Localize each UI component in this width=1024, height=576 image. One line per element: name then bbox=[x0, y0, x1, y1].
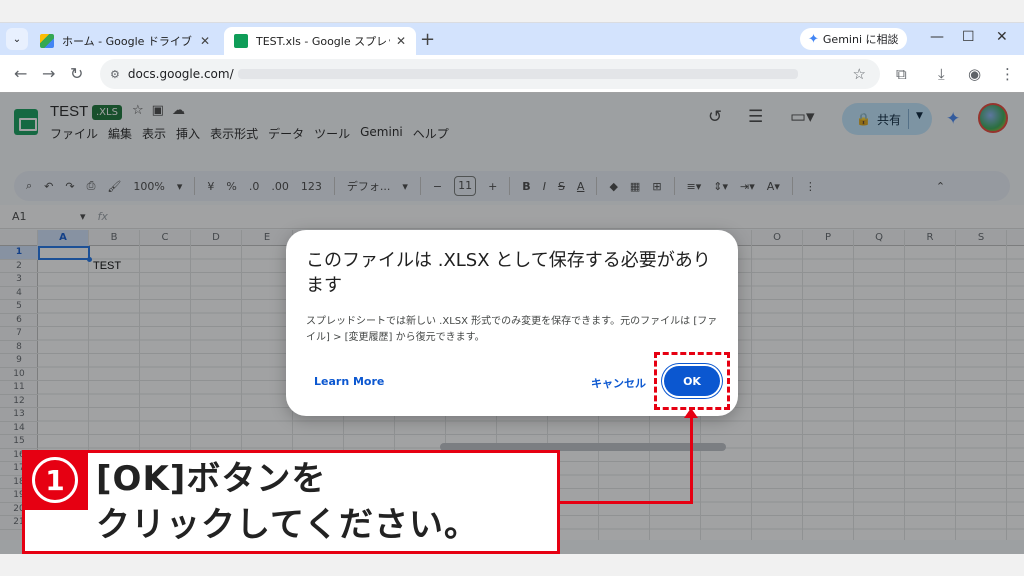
minimize-icon[interactable]: — bbox=[930, 29, 944, 45]
tab-strip: ⌄ ホーム - Google ドライブ ✕ TEST.xls - Google … bbox=[0, 23, 1024, 55]
new-tab-icon[interactable]: + bbox=[420, 29, 435, 50]
step-number: 1 bbox=[32, 457, 78, 503]
cancel-button[interactable]: キャンセル bbox=[591, 375, 646, 391]
close-icon[interactable]: ✕ bbox=[200, 34, 210, 48]
extensions-icon[interactable]: ⧉ bbox=[896, 65, 907, 83]
url-text: docs.google.com/ bbox=[127, 67, 234, 81]
annotation-connector bbox=[690, 414, 693, 504]
gemini-icon: ✦ bbox=[808, 31, 819, 47]
dialog-title: このファイルは .XLSX として保存する必要があります bbox=[306, 250, 711, 296]
address-bar[interactable]: ⚙ docs.google.com/ ☆ bbox=[100, 59, 880, 89]
more-menu-icon[interactable]: ⋮ bbox=[1000, 65, 1015, 83]
arrow-up-icon bbox=[684, 408, 698, 418]
gemini-chip-label: Gemini に相談 bbox=[822, 33, 899, 46]
learn-more-link[interactable]: Learn More bbox=[314, 375, 384, 388]
address-row: ← → ↻ ⚙ docs.google.com/ ☆ ⧉ ⤓ ◉ ⋮ bbox=[0, 55, 1024, 93]
reload-icon[interactable]: ↻ bbox=[70, 64, 83, 83]
maximize-icon[interactable]: ☐ bbox=[962, 29, 975, 45]
window-close-icon[interactable]: ✕ bbox=[996, 29, 1008, 45]
bookmark-star-icon[interactable]: ☆ bbox=[853, 65, 866, 83]
instruction-line-2: クリックしてください。 bbox=[96, 505, 479, 545]
annotation-connector-horizontal bbox=[560, 501, 693, 504]
step-badge: 1 bbox=[22, 450, 88, 510]
tab-title: TEST.xls - Google スプレッドシート bbox=[256, 35, 390, 48]
site-info-icon[interactable]: ⚙ bbox=[110, 68, 120, 81]
url-blurred bbox=[237, 69, 798, 79]
close-icon[interactable]: ✕ bbox=[396, 34, 406, 48]
google-sheets-icon bbox=[234, 34, 248, 48]
gemini-chip[interactable]: ✦ Gemini に相談 bbox=[800, 28, 907, 50]
tab-test-xls[interactable]: TEST.xls - Google スプレッドシート ✕ bbox=[224, 27, 416, 55]
instruction-text: [OK]ボタンを クリックしてください。 bbox=[96, 456, 479, 548]
tab-google-drive[interactable]: ホーム - Google ドライブ ✕ bbox=[30, 27, 220, 55]
instruction-line-1: [OK]ボタンを bbox=[96, 459, 327, 499]
dialog-body: スプレッドシートでは新しい .XLSX 形式でのみ変更を保存できます。元のファイ… bbox=[306, 316, 718, 343]
tab-title: ホーム - Google ドライブ bbox=[62, 35, 192, 48]
back-icon[interactable]: ← bbox=[14, 64, 27, 83]
google-drive-icon bbox=[40, 34, 54, 48]
profile-icon[interactable]: ◉ bbox=[968, 65, 981, 83]
tab-search-icon[interactable]: ⌄ bbox=[6, 28, 28, 50]
download-icon[interactable]: ⤓ bbox=[938, 65, 945, 83]
highlight-box bbox=[654, 352, 730, 410]
forward-icon[interactable]: → bbox=[42, 64, 55, 83]
